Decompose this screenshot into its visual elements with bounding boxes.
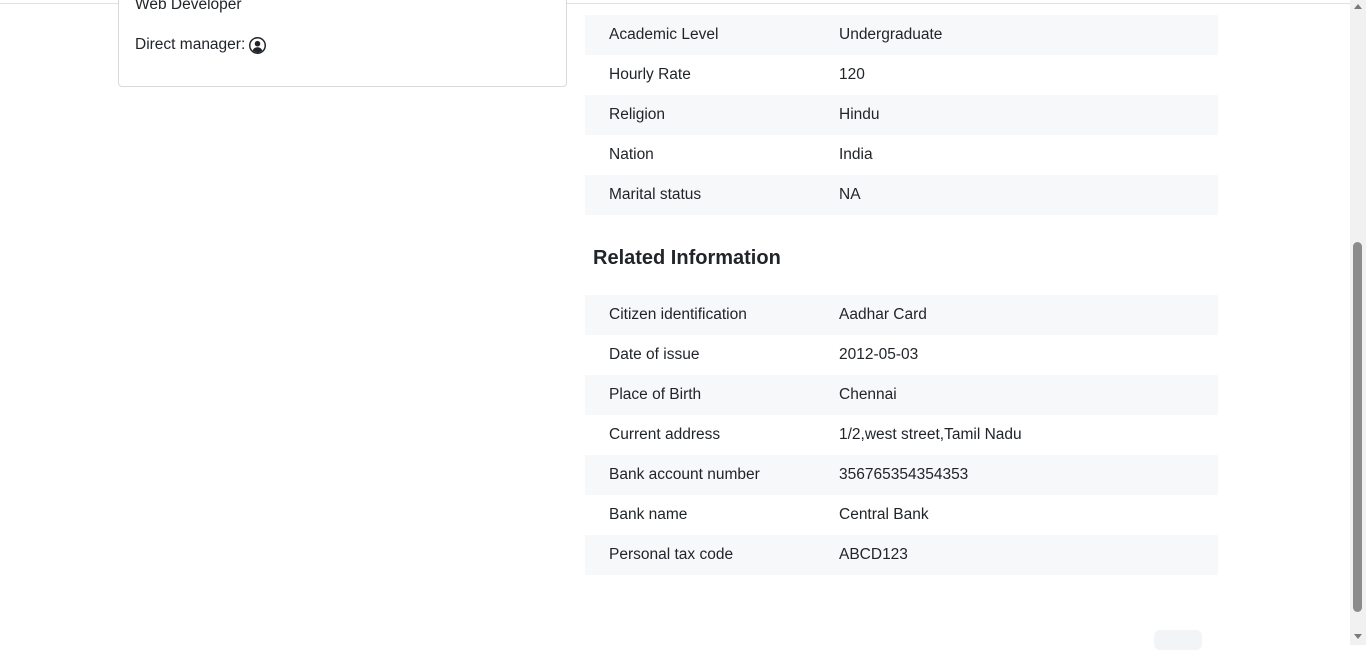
table-row: Bank account number 356765354354353: [585, 455, 1218, 495]
row-value: Hindu: [839, 106, 880, 123]
row-label: Place of Birth: [609, 386, 702, 403]
table-row: Religion Hindu: [585, 95, 1218, 135]
row-value: 1/2,west street,Tamil Nadu: [839, 426, 1022, 443]
row-value: India: [839, 146, 873, 163]
row-label: Personal tax code: [609, 546, 734, 563]
row-label: Date of issue: [609, 346, 700, 363]
direct-manager-label: Direct manager:: [135, 36, 246, 53]
row-label: Marital status: [609, 186, 702, 203]
row-value: 2012-05-03: [839, 346, 919, 363]
scroll-down-arrow-icon[interactable]: [1354, 634, 1362, 639]
personal-info-table: Academic Level Undergraduate Hourly Rate…: [585, 15, 1218, 215]
table-row: Personal tax code ABCD123: [585, 535, 1218, 575]
row-label: Current address: [609, 426, 721, 443]
job-title: Web Developer: [135, 0, 242, 13]
table-row: Hourly Rate 120: [585, 55, 1218, 95]
row-value: NA: [839, 186, 861, 203]
direct-manager: Direct manager:: [135, 35, 267, 55]
row-value: 356765354354353: [839, 466, 969, 483]
table-row: Current address 1/2,west street,Tamil Na…: [585, 415, 1218, 455]
table-row: Nation India: [585, 135, 1218, 175]
row-value: ABCD123: [839, 546, 908, 563]
row-value: Aadhar Card: [839, 306, 927, 323]
user-circle-icon[interactable]: [249, 36, 267, 54]
scrollbar-thumb[interactable]: [1353, 242, 1362, 612]
table-row: Bank name Central Bank: [585, 495, 1218, 535]
row-label: Bank account number: [609, 466, 760, 483]
row-label: Bank name: [609, 506, 688, 523]
row-label: Citizen identification: [609, 306, 747, 323]
table-row: Citizen identification Aadhar Card: [585, 295, 1218, 335]
scroll-to-top-button[interactable]: [1154, 630, 1202, 650]
profile-card: Web Developer Direct manager:: [118, 0, 567, 87]
scroll-up-arrow-icon[interactable]: [1354, 4, 1362, 9]
table-row: Academic Level Undergraduate: [585, 15, 1218, 55]
table-row: Place of Birth Chennai: [585, 375, 1218, 415]
table-row: Date of issue 2012-05-03: [585, 335, 1218, 375]
row-label: Hourly Rate: [609, 66, 691, 83]
section-title-related-information: Related Information: [593, 247, 781, 269]
row-value: 120: [839, 66, 865, 83]
row-label: Nation: [609, 146, 654, 163]
row-value: Chennai: [839, 386, 897, 403]
row-value: Undergraduate: [839, 26, 943, 43]
row-label: Academic Level: [609, 26, 719, 43]
row-value: Central Bank: [839, 506, 929, 523]
related-info-table: Citizen identification Aadhar Card Date …: [585, 295, 1218, 575]
row-label: Religion: [609, 106, 666, 123]
table-row: Marital status NA: [585, 175, 1218, 215]
vertical-scrollbar[interactable]: [1350, 0, 1366, 645]
